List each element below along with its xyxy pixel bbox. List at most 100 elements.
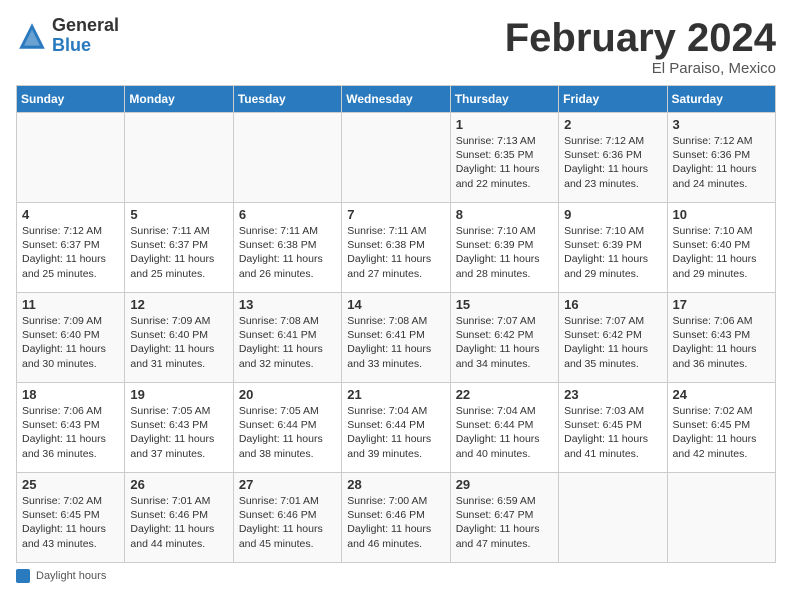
day-number: 5 [130, 207, 227, 222]
calendar-cell [233, 113, 341, 203]
calendar-cell: 14 Sunrise: 7:08 AMSunset: 6:41 PMDayligh… [342, 293, 450, 383]
calendar-cell [125, 113, 233, 203]
calendar-cell: 25 Sunrise: 7:02 AMSunset: 6:45 PMDayligh… [17, 473, 125, 563]
day-number: 8 [456, 207, 553, 222]
logo-text: General Blue [52, 16, 119, 56]
day-number: 7 [347, 207, 444, 222]
calendar-cell: 27 Sunrise: 7:01 AMSunset: 6:46 PMDayligh… [233, 473, 341, 563]
day-info: Sunrise: 7:10 AMSunset: 6:40 PMDaylight:… [673, 224, 770, 281]
day-number: 18 [22, 387, 119, 402]
calendar-cell: 28 Sunrise: 7:00 AMSunset: 6:46 PMDayligh… [342, 473, 450, 563]
day-number: 11 [22, 297, 119, 312]
location: El Paraiso, Mexico [505, 60, 776, 77]
day-info: Sunrise: 7:04 AMSunset: 6:44 PMDaylight:… [347, 404, 444, 461]
footer-label: Daylight hours [36, 570, 106, 582]
day-info: Sunrise: 7:08 AMSunset: 6:41 PMDaylight:… [347, 314, 444, 371]
day-number: 6 [239, 207, 336, 222]
day-info: Sunrise: 7:12 AMSunset: 6:36 PMDaylight:… [673, 134, 770, 191]
day-info: Sunrise: 7:09 AMSunset: 6:40 PMDaylight:… [130, 314, 227, 371]
calendar-cell: 15Sunrise: 7:07 AMSunset: 6:42 PMDayligh… [450, 293, 558, 383]
calendar-cell: 2 Sunrise: 7:12 AMSunset: 6:36 PMDaylight… [559, 113, 667, 203]
calendar-cell: 22 Sunrise: 7:04 AMSunset: 6:44 PMDayligh… [450, 383, 558, 473]
calendar-cell: 19 Sunrise: 7:05 AMSunset: 6:43 PMDayligh… [125, 383, 233, 473]
calendar-cell: 16 Sunrise: 7:07 AMSunset: 6:42 PMDayligh… [559, 293, 667, 383]
week-row-3: 18Sunrise: 7:06 AMSunset: 6:43 PMDayligh… [17, 383, 776, 473]
day-info: Sunrise: 7:12 AMSunset: 6:36 PMDaylight:… [564, 134, 661, 191]
day-number: 25 [22, 477, 119, 492]
day-number: 23 [564, 387, 661, 402]
calendar-cell: 7 Sunrise: 7:11 AMSunset: 6:38 PMDaylight… [342, 203, 450, 293]
day-number: 29 [456, 477, 553, 492]
day-number: 1 [456, 117, 553, 132]
day-header-thursday: Thursday [450, 86, 558, 113]
day-info: Sunrise: 7:11 AMSunset: 6:37 PMDaylight:… [130, 224, 227, 281]
calendar-cell: 13 Sunrise: 7:08 AMSunset: 6:41 PMDayligh… [233, 293, 341, 383]
day-header-monday: Monday [125, 86, 233, 113]
calendar-cell: 3Sunrise: 7:12 AMSunset: 6:36 PMDaylight… [667, 113, 775, 203]
day-number: 19 [130, 387, 227, 402]
day-number: 16 [564, 297, 661, 312]
day-number: 14 [347, 297, 444, 312]
calendar-cell [342, 113, 450, 203]
month-title: February 2024 [505, 16, 776, 60]
day-info: Sunrise: 6:59 AMSunset: 6:47 PMDaylight:… [456, 494, 553, 551]
day-info: Sunrise: 7:01 AMSunset: 6:46 PMDaylight:… [130, 494, 227, 551]
calendar-cell: 29 Sunrise: 6:59 AMSunset: 6:47 PMDayligh… [450, 473, 558, 563]
day-info: Sunrise: 7:11 AMSunset: 6:38 PMDaylight:… [239, 224, 336, 281]
day-number: 27 [239, 477, 336, 492]
day-header-sunday: Sunday [17, 86, 125, 113]
calendar-cell: 24 Sunrise: 7:02 AMSunset: 6:45 PMDayligh… [667, 383, 775, 473]
calendar-cell: 4 Sunrise: 7:12 AMSunset: 6:37 PMDaylight… [17, 203, 125, 293]
title-block: February 2024 El Paraiso, Mexico [505, 16, 776, 77]
day-info: Sunrise: 7:08 AMSunset: 6:41 PMDaylight:… [239, 314, 336, 371]
day-info: Sunrise: 7:01 AMSunset: 6:46 PMDaylight:… [239, 494, 336, 551]
week-row-4: 25 Sunrise: 7:02 AMSunset: 6:45 PMDayligh… [17, 473, 776, 563]
day-number: 13 [239, 297, 336, 312]
footer-dot [16, 569, 30, 583]
day-number: 2 [564, 117, 661, 132]
header: General Blue February 2024 El Paraiso, M… [16, 16, 776, 77]
day-number: 15 [456, 297, 553, 312]
logo-icon [16, 20, 48, 52]
day-info: Sunrise: 7:00 AMSunset: 6:46 PMDaylight:… [347, 494, 444, 551]
day-info: Sunrise: 7:10 AMSunset: 6:39 PMDaylight:… [456, 224, 553, 281]
day-info: Sunrise: 7:12 AMSunset: 6:37 PMDaylight:… [22, 224, 119, 281]
calendar-cell: 21 Sunrise: 7:04 AMSunset: 6:44 PMDayligh… [342, 383, 450, 473]
days-header-row: SundayMondayTuesdayWednesdayThursdayFrid… [17, 86, 776, 113]
calendar-cell: 17Sunrise: 7:06 AMSunset: 6:43 PMDayligh… [667, 293, 775, 383]
day-number: 20 [239, 387, 336, 402]
day-info: Sunrise: 7:02 AMSunset: 6:45 PMDaylight:… [673, 404, 770, 461]
day-number: 21 [347, 387, 444, 402]
logo: General Blue [16, 16, 119, 56]
day-info: Sunrise: 7:02 AMSunset: 6:45 PMDaylight:… [22, 494, 119, 551]
calendar-cell: 18Sunrise: 7:06 AMSunset: 6:43 PMDayligh… [17, 383, 125, 473]
day-number: 24 [673, 387, 770, 402]
day-info: Sunrise: 7:11 AMSunset: 6:38 PMDaylight:… [347, 224, 444, 281]
day-info: Sunrise: 7:05 AMSunset: 6:43 PMDaylight:… [130, 404, 227, 461]
day-header-wednesday: Wednesday [342, 86, 450, 113]
day-number: 9 [564, 207, 661, 222]
calendar-cell: 5 Sunrise: 7:11 AMSunset: 6:37 PMDaylight… [125, 203, 233, 293]
calendar-cell: 9Sunrise: 7:10 AMSunset: 6:39 PMDaylight… [559, 203, 667, 293]
day-number: 4 [22, 207, 119, 222]
day-info: Sunrise: 7:13 AMSunset: 6:35 PMDaylight:… [456, 134, 553, 191]
week-row-0: 1 Sunrise: 7:13 AMSunset: 6:35 PMDaylight… [17, 113, 776, 203]
day-number: 12 [130, 297, 227, 312]
logo-blue-text: Blue [52, 36, 119, 56]
day-header-friday: Friday [559, 86, 667, 113]
calendar-cell: 23 Sunrise: 7:03 AMSunset: 6:45 PMDayligh… [559, 383, 667, 473]
day-number: 26 [130, 477, 227, 492]
day-number: 28 [347, 477, 444, 492]
day-number: 22 [456, 387, 553, 402]
calendar-cell: 1 Sunrise: 7:13 AMSunset: 6:35 PMDaylight… [450, 113, 558, 203]
day-info: Sunrise: 7:07 AMSunset: 6:42 PMDaylight:… [564, 314, 661, 371]
calendar-cell: 8 Sunrise: 7:10 AMSunset: 6:39 PMDaylight… [450, 203, 558, 293]
day-info: Sunrise: 7:03 AMSunset: 6:45 PMDaylight:… [564, 404, 661, 461]
day-info: Sunrise: 7:09 AMSunset: 6:40 PMDaylight:… [22, 314, 119, 371]
calendar-cell: 20 Sunrise: 7:05 AMSunset: 6:44 PMDayligh… [233, 383, 341, 473]
calendar-cell: 11 Sunrise: 7:09 AMSunset: 6:40 PMDayligh… [17, 293, 125, 383]
day-info: Sunrise: 7:05 AMSunset: 6:44 PMDaylight:… [239, 404, 336, 461]
calendar-cell: 26 Sunrise: 7:01 AMSunset: 6:46 PMDayligh… [125, 473, 233, 563]
logo-general-text: General [52, 16, 119, 36]
day-info: Sunrise: 7:04 AMSunset: 6:44 PMDaylight:… [456, 404, 553, 461]
